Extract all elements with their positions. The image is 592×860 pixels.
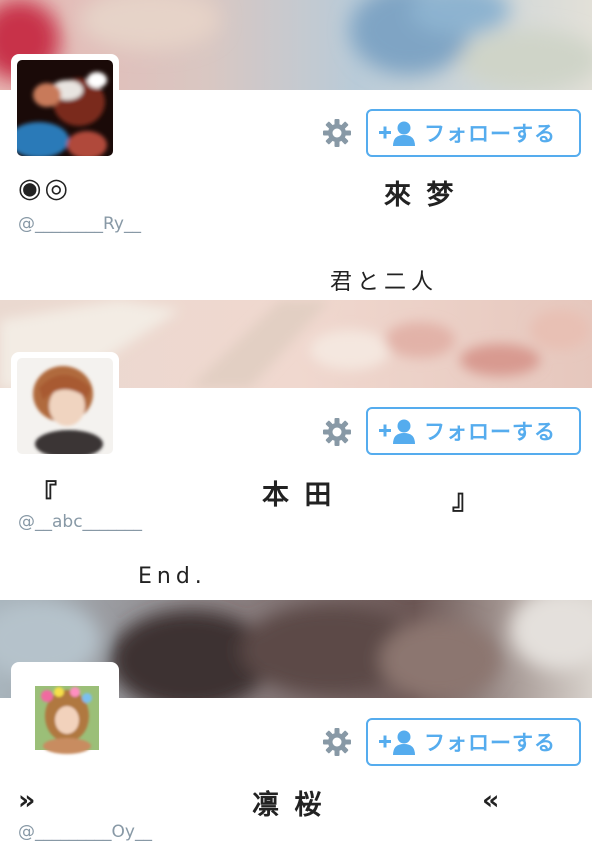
follow-button-label: フォローする	[424, 420, 556, 444]
username-handle[interactable]: @________Ry__	[18, 214, 141, 234]
profile-bio: End.	[138, 564, 207, 589]
avatar[interactable]	[11, 662, 119, 770]
display-name-suffix: 』	[452, 485, 482, 516]
settings-gear-button[interactable]	[322, 118, 352, 148]
display-name: 凛 桜	[252, 790, 325, 821]
follow-button[interactable]: フォローする	[366, 718, 581, 766]
avatar[interactable]	[11, 352, 119, 460]
add-user-icon	[378, 417, 418, 445]
display-name-prefix: ◉◎	[18, 173, 72, 204]
add-user-icon	[378, 728, 418, 756]
profile-card: フォローする ◉◎ 來 梦 @________Ry__ 君と二人	[0, 0, 592, 300]
username-handle[interactable]: @_________Oy__	[18, 822, 152, 842]
settings-gear-button[interactable]	[322, 417, 352, 447]
follow-button[interactable]: フォローする	[366, 407, 581, 455]
display-name: 本 田	[262, 480, 335, 511]
add-user-icon	[378, 119, 418, 147]
profile-card: フォローする » 凛 桜 « @_________Oy__	[0, 600, 592, 860]
avatar[interactable]	[11, 54, 119, 162]
profile-card: フォローする 『 本 田 』 @__abc_______ End.	[0, 300, 592, 600]
settings-gear-button[interactable]	[322, 727, 352, 757]
gear-icon	[323, 418, 351, 446]
follow-button-label: フォローする	[424, 731, 556, 755]
follow-button-label: フォローする	[424, 122, 556, 146]
display-name: 來 梦	[384, 180, 457, 211]
display-name-prefix: »	[18, 785, 39, 816]
gear-icon	[323, 728, 351, 756]
username-handle[interactable]: @__abc_______	[18, 512, 142, 532]
profile-bio: 君と二人	[330, 270, 439, 295]
display-name-suffix: «	[482, 785, 503, 816]
gear-icon	[323, 119, 351, 147]
display-name-prefix: 『	[30, 480, 60, 511]
follow-button[interactable]: フォローする	[366, 109, 581, 157]
